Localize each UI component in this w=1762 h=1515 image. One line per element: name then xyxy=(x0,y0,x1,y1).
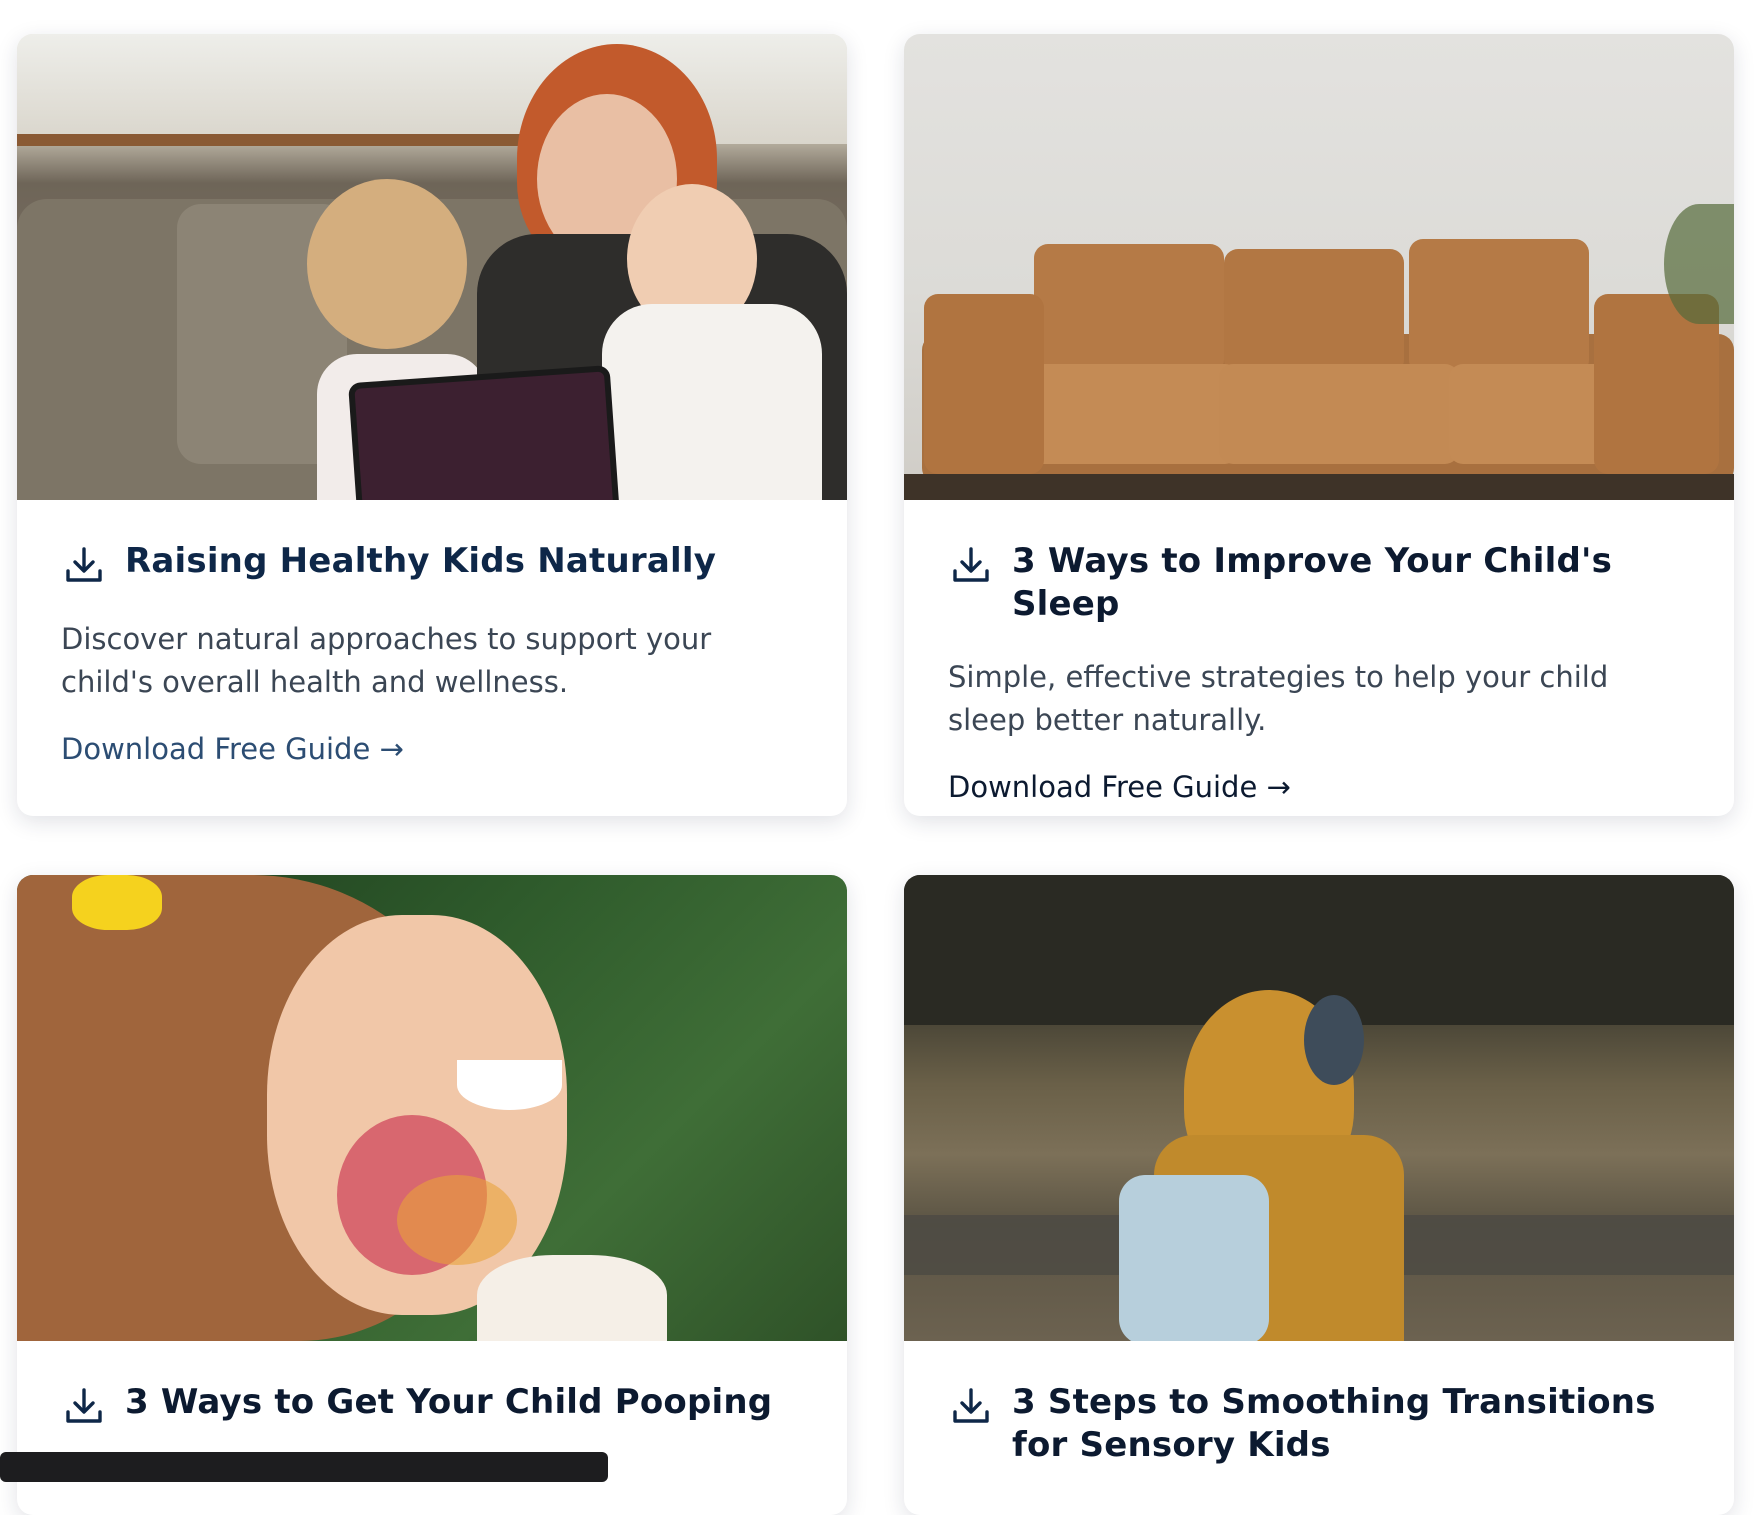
guide-card-pooping[interactable]: 3 Ways to Get Your Child Pooping xyxy=(17,875,847,1515)
download-guide-link[interactable]: Download Free Guide → xyxy=(948,770,1291,804)
download-icon xyxy=(953,1388,989,1423)
status-tooltip xyxy=(0,1452,608,1482)
guide-card-sensory[interactable]: 3 Steps to Smoothing Transitions for Sen… xyxy=(904,875,1734,1515)
card-image-painted-girl[interactable] xyxy=(17,875,847,1341)
card-title[interactable]: 3 Steps to Smoothing Transitions for Sen… xyxy=(1012,1381,1690,1467)
card-title[interactable]: 3 Ways to Get Your Child Pooping xyxy=(125,1381,772,1424)
download-guide-link[interactable]: Download Free Guide → xyxy=(61,732,404,766)
download-icon xyxy=(66,1388,102,1423)
card-title[interactable]: 3 Ways to Improve Your Child's Sleep xyxy=(1012,540,1690,626)
guide-card-healthy-kids[interactable]: Raising Healthy Kids Naturally Discover … xyxy=(17,34,847,816)
card-title[interactable]: Raising Healthy Kids Naturally xyxy=(125,540,716,583)
card-image-family-tablet[interactable] xyxy=(17,34,847,500)
card-image-child-raincoat[interactable] xyxy=(904,875,1734,1341)
card-image-leather-sofa[interactable] xyxy=(904,34,1734,500)
download-icon xyxy=(66,547,102,582)
card-description: Simple, effective strategies to help you… xyxy=(948,660,1609,737)
card-description: Discover natural approaches to support y… xyxy=(61,622,712,699)
guide-card-sleep[interactable]: 3 Ways to Improve Your Child's Sleep Sim… xyxy=(904,34,1734,816)
download-icon xyxy=(953,547,989,582)
